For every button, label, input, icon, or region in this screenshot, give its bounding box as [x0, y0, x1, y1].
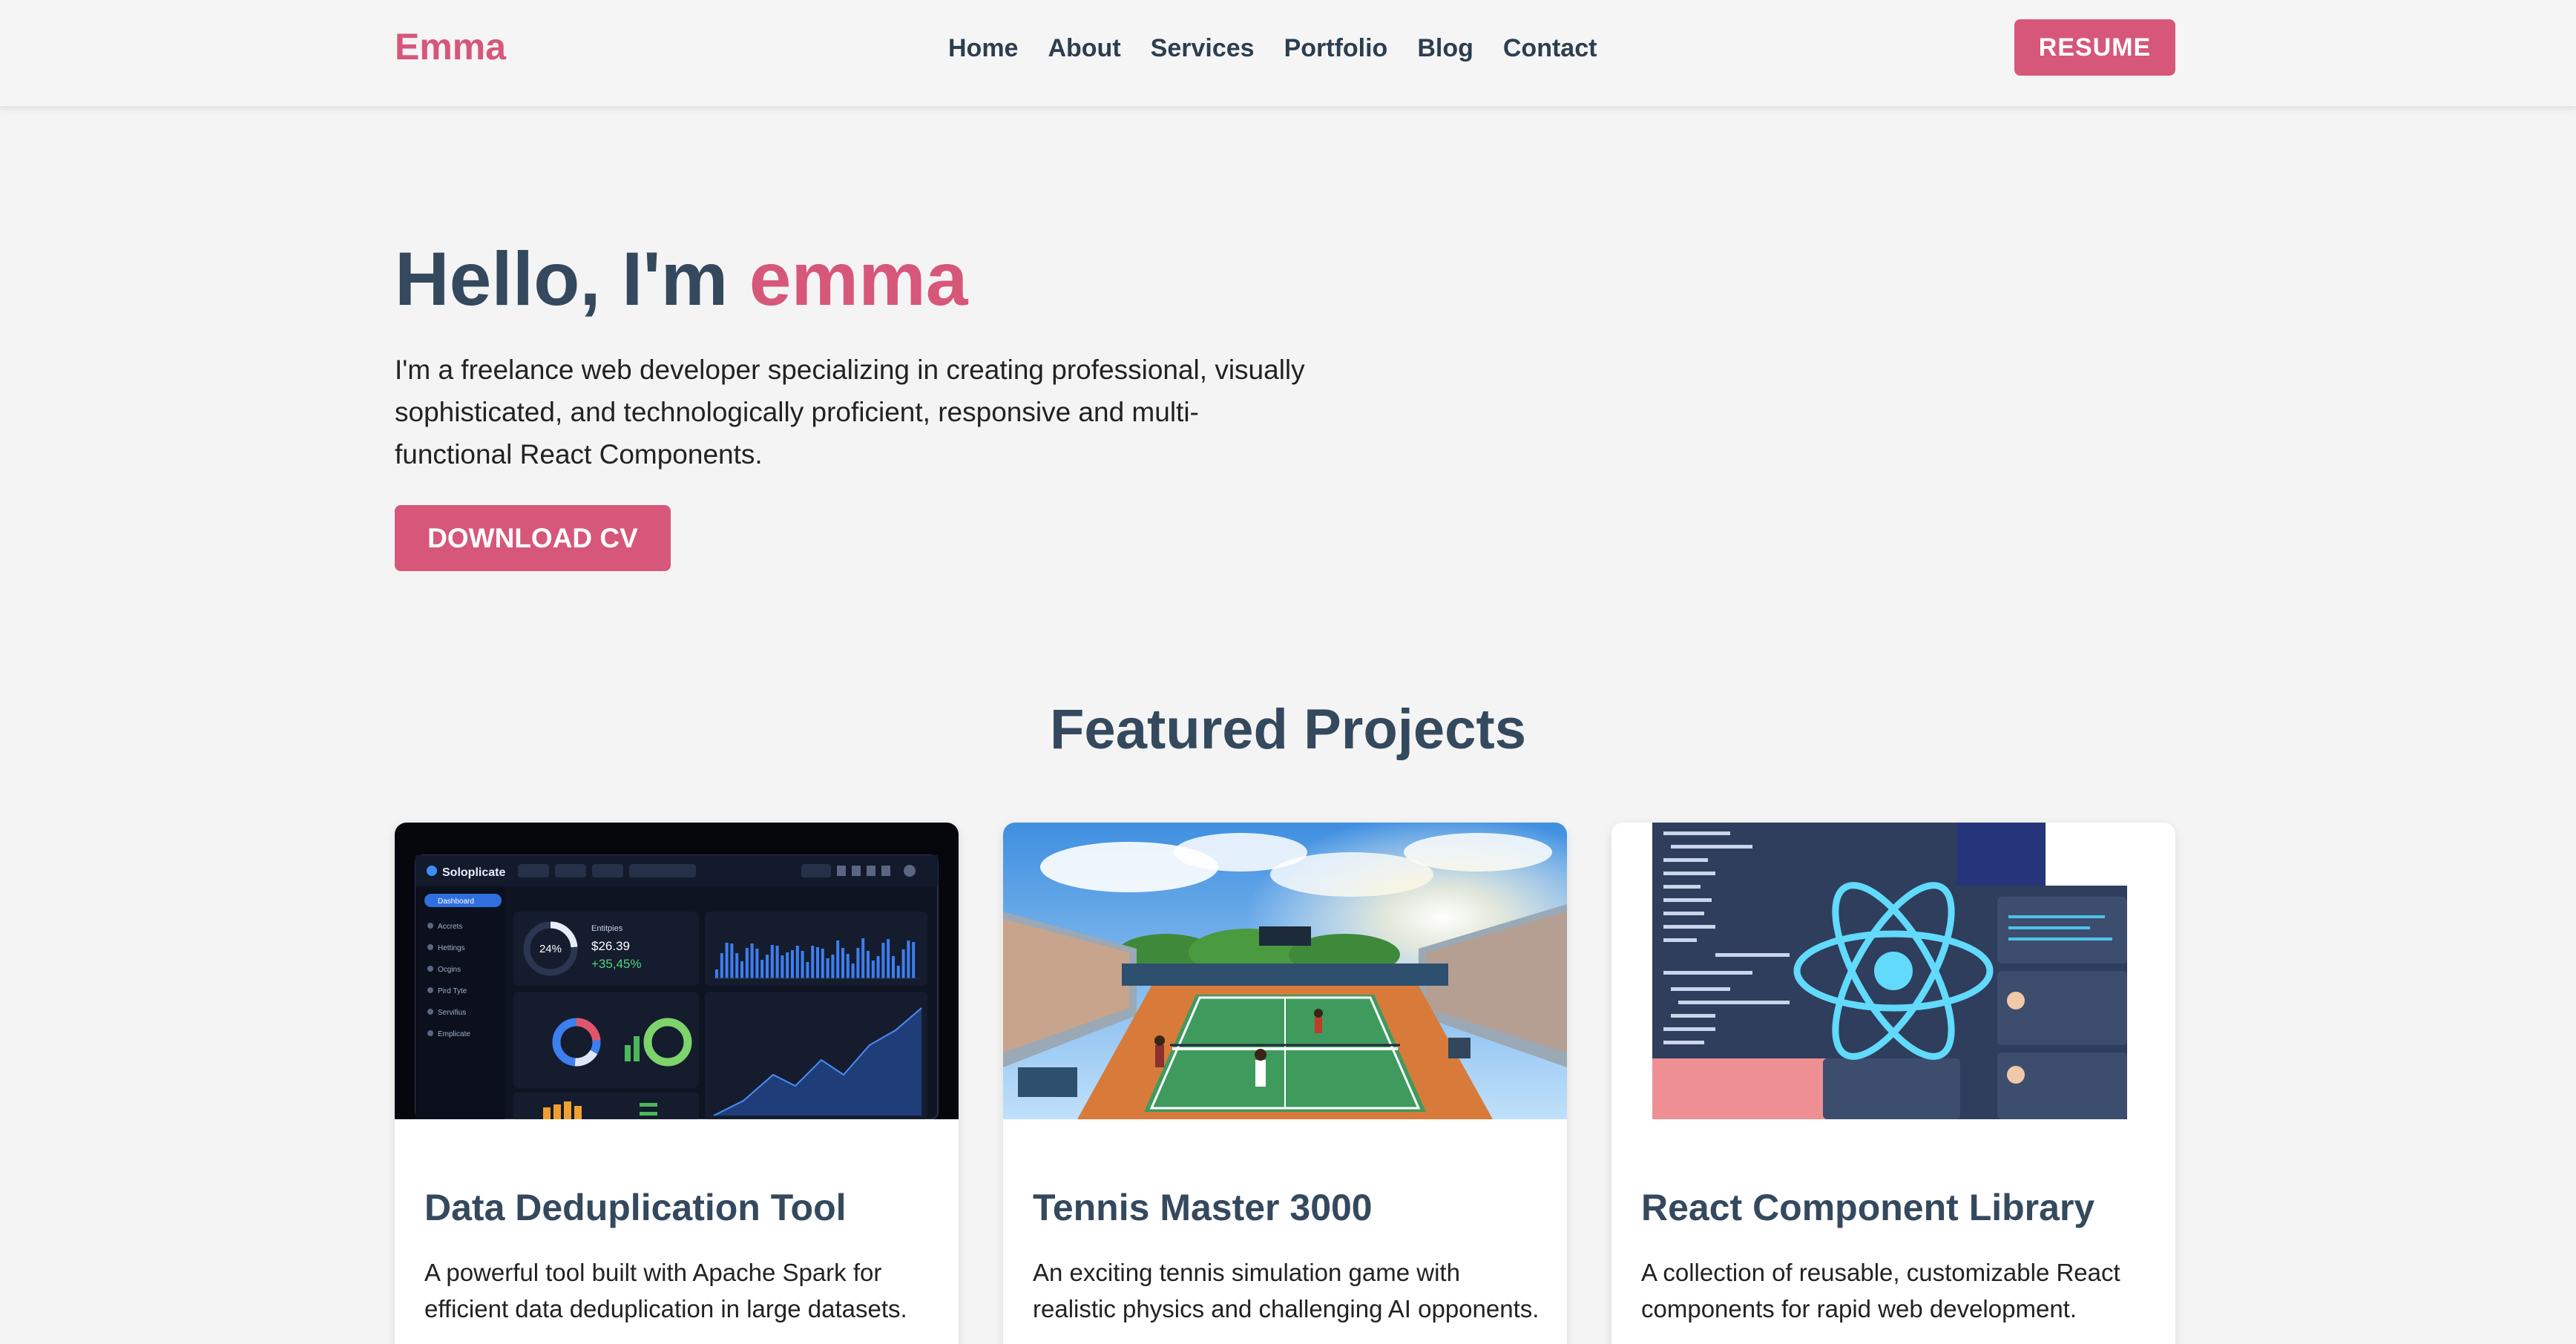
- thumb-bar: [901, 949, 905, 978]
- thumb-bar: [831, 955, 835, 978]
- project-card-react-library[interactable]: React Component Library A collection of …: [1611, 823, 2175, 1344]
- site-logo[interactable]: Emma: [395, 25, 506, 68]
- thumb-stat-label: Entitpies: [591, 924, 623, 933]
- thumb-bar: [912, 942, 916, 978]
- thumb-menu-5: Servifius: [438, 1009, 466, 1017]
- thumb-bar: [856, 948, 860, 978]
- download-cv-button[interactable]: DOWNLOAD CV: [395, 505, 671, 571]
- thumb-bar: [735, 953, 739, 978]
- thumb-bar: [775, 946, 779, 978]
- site-header: Emma Home About Services Portfolio Blog …: [0, 0, 2576, 107]
- thumb-menu-0: Dashboard: [438, 897, 474, 906]
- hero-greeting: Hello, I'm: [395, 237, 749, 321]
- nav-blog[interactable]: Blog: [1417, 34, 1473, 62]
- hero-title: Hello, I'm emma: [395, 236, 968, 323]
- thumb-bar: [770, 945, 774, 978]
- thumb-bar: [745, 948, 749, 978]
- thumb-bar: [867, 951, 870, 978]
- thumb-bar: [841, 948, 844, 978]
- thumb-menu-3: Ocgins: [438, 966, 461, 974]
- nav-home[interactable]: Home: [948, 34, 1018, 62]
- thumb-app-name: Soloplicate: [442, 866, 505, 879]
- thumb-bar: [740, 961, 743, 978]
- project-description: A powerful tool built with Apache Spark …: [424, 1259, 907, 1322]
- thumb-bar: [720, 953, 723, 978]
- thumb-bar: [861, 938, 865, 978]
- project-card-tennis-master[interactable]: Tennis Master 3000 An exciting tennis si…: [1003, 823, 1567, 1344]
- thumb-bar: [881, 943, 885, 978]
- thumb-menu-1: Accrets: [438, 923, 462, 931]
- thumb-bar: [760, 960, 764, 978]
- thumb-change: +35,45%: [591, 957, 642, 971]
- thumb-bar: [791, 950, 794, 978]
- thumb-bar: [846, 954, 850, 978]
- thumb-bar: [836, 941, 840, 978]
- thumb-bar: [871, 961, 875, 978]
- thumb-value: $26.39: [591, 939, 630, 953]
- project-title: Tennis Master 3000: [1033, 1187, 1373, 1228]
- nav-services[interactable]: Services: [1151, 34, 1255, 62]
- featured-projects-title: Featured Projects: [1050, 698, 1526, 761]
- project-thumbnail-dashboard: Soloplicate Dashboard Accrets Hettings O…: [395, 823, 959, 1119]
- thumb-menu-2: Hettings: [438, 944, 465, 952]
- thumb-bar: [801, 951, 804, 978]
- thumb-menu-4: Pird Tyte: [438, 987, 467, 995]
- nav-contact[interactable]: Contact: [1503, 34, 1597, 62]
- thumb-menu-6: Emplicate: [438, 1030, 470, 1038]
- thumb-bar: [806, 962, 809, 978]
- thumb-bar: [750, 943, 754, 978]
- thumb-bar: [755, 949, 759, 978]
- thumb-bar: [781, 955, 784, 978]
- thumb-bar: [887, 939, 890, 978]
- project-description: An exciting tennis simulation game with …: [1033, 1259, 1540, 1322]
- thumb-bar: [907, 941, 910, 978]
- resume-button[interactable]: RESUME: [2014, 19, 2175, 76]
- thumb-bar: [786, 952, 789, 978]
- project-description: A collection of reusable, customizable R…: [1641, 1259, 2120, 1322]
- main-nav: Home About Services Portfolio Blog Conta…: [948, 34, 1597, 62]
- thumb-bar: [811, 946, 815, 978]
- project-title: React Component Library: [1641, 1187, 2095, 1228]
- thumb-bar: [766, 955, 769, 978]
- thumb-bar: [892, 956, 895, 978]
- thumb-bar: [896, 966, 900, 978]
- thumb-bar: [821, 949, 824, 978]
- project-title: Data Deduplication Tool: [424, 1187, 847, 1228]
- nav-about[interactable]: About: [1048, 34, 1120, 62]
- thumb-bar: [876, 956, 880, 978]
- thumb-bar: [816, 947, 819, 978]
- thumb-bar: [795, 946, 799, 978]
- project-thumbnail-react: [1611, 823, 2175, 1119]
- project-card-data-deduplication[interactable]: Soloplicate Dashboard Accrets Hettings O…: [395, 823, 959, 1344]
- thumb-bar: [730, 943, 734, 978]
- hero-description: I'm a freelance web developer specializi…: [395, 355, 1305, 470]
- project-thumbnail-tennis: [1003, 823, 1567, 1119]
- thumb-bar: [725, 943, 729, 978]
- thumb-bar: [826, 958, 829, 978]
- thumb-bar: [851, 963, 855, 978]
- thumb-bar: [715, 969, 718, 978]
- thumb-percent: 24%: [539, 943, 562, 955]
- hero-name: emma: [749, 237, 968, 321]
- nav-portfolio[interactable]: Portfolio: [1284, 34, 1388, 62]
